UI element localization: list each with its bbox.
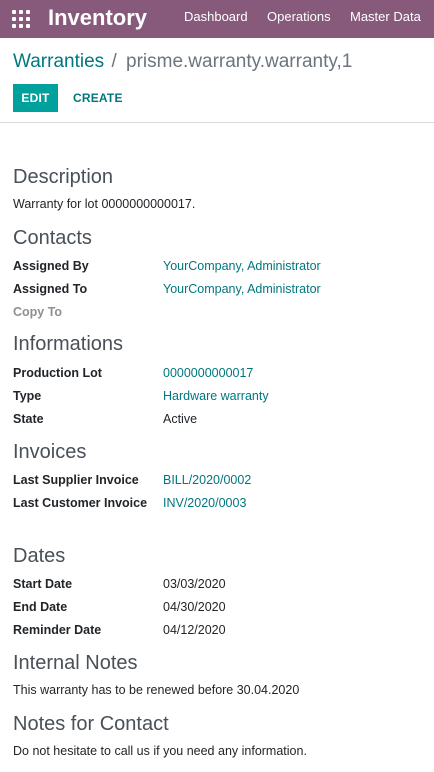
last-customer-invoice-label: Last Customer Invoice	[13, 496, 148, 510]
type-label: Type	[13, 389, 42, 403]
contacts-heading: Contacts	[13, 227, 92, 249]
invoices-heading: Invoices	[13, 441, 87, 463]
production-lot-label: Production Lot	[13, 366, 102, 380]
assigned-by-label: Assigned By	[13, 259, 89, 273]
breadcrumb: Warranties / prisme.warranty.warranty,1	[13, 50, 352, 74]
top-navbar: Inventory Dashboard Operations Master Da…	[0, 0, 434, 38]
assigned-to-value[interactable]: YourCompany, Administrator	[163, 281, 321, 297]
description-text: Warranty for lot 0000000000017.	[13, 197, 196, 211]
breadcrumb-current: prisme.warranty.warranty,1	[126, 51, 353, 72]
internal-notes-text: This warranty has to be renewed before 3…	[13, 683, 300, 697]
app-title[interactable]: Inventory	[48, 4, 147, 32]
breadcrumb-warranties-link[interactable]: Warranties	[13, 51, 104, 72]
internal-notes-heading: Internal Notes	[13, 652, 138, 674]
description-heading: Description	[13, 166, 114, 188]
reminder-date-value: 04/12/2020	[163, 623, 226, 637]
menu-dashboard[interactable]: Dashboard	[184, 9, 248, 25]
copy-to-label: Copy To	[13, 305, 63, 319]
create-button[interactable]: CREATE	[66, 84, 130, 112]
edit-button[interactable]: EDIT	[13, 84, 58, 112]
type-value[interactable]: Hardware warranty	[163, 388, 269, 404]
assigned-by-value[interactable]: YourCompany, Administrator	[163, 258, 321, 274]
start-date-value: 03/03/2020	[163, 577, 226, 591]
production-lot-value[interactable]: 0000000000017	[163, 365, 253, 381]
last-supplier-invoice-label: Last Supplier Invoice	[13, 473, 139, 487]
informations-heading: Informations	[13, 333, 124, 355]
control-panel-divider	[0, 122, 434, 123]
state-value: Active	[163, 412, 198, 426]
end-date-label: End Date	[13, 600, 68, 614]
notes-for-contact-text: Do not hesitate to call us if you need a…	[13, 744, 307, 758]
apps-grid-icon[interactable]	[12, 10, 30, 28]
last-customer-invoice-value[interactable]: INV/2020/0003	[163, 495, 246, 511]
last-supplier-invoice-value[interactable]: BILL/2020/0002	[163, 472, 251, 488]
notes-for-contact-heading: Notes for Contact	[13, 713, 169, 735]
menu-master-data[interactable]: Master Data	[350, 9, 421, 25]
dates-heading: Dates	[13, 545, 66, 567]
end-date-value: 04/30/2020	[163, 600, 226, 614]
menu-operations[interactable]: Operations	[267, 9, 331, 25]
assigned-to-label: Assigned To	[13, 282, 88, 296]
state-label: State	[13, 412, 44, 426]
start-date-label: Start Date	[13, 577, 73, 591]
breadcrumb-separator: /	[111, 51, 117, 72]
reminder-date-label: Reminder Date	[13, 623, 102, 637]
